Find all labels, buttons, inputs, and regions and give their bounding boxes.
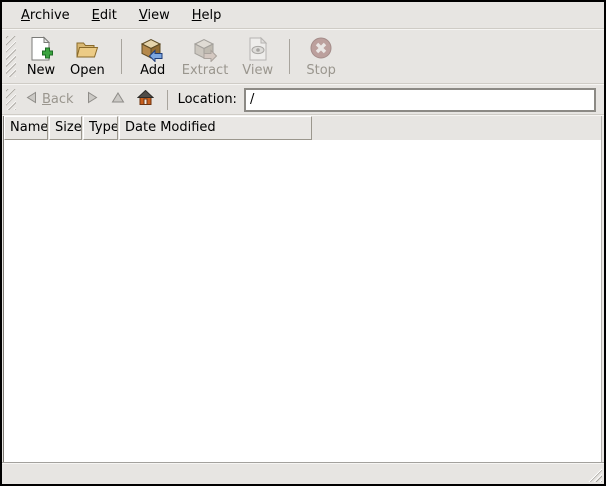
column-header-date-modified[interactable]: Date Modified	[119, 116, 312, 140]
column-header-filler	[313, 116, 601, 140]
extract-button: Extract	[175, 32, 236, 81]
toolbar-drag-handle[interactable]	[6, 36, 16, 77]
back-button: Back	[19, 89, 80, 110]
menubar: Archive Edit View Help	[2, 2, 604, 28]
location-bar: Back	[2, 85, 604, 114]
menu-edit-label: E	[92, 8, 100, 23]
location-bar-drag-handle[interactable]	[6, 89, 16, 110]
file-list: Name Size Type Date Modified	[3, 116, 602, 462]
toolbar-separator	[289, 39, 290, 74]
add-to-archive-icon	[139, 34, 166, 62]
new-button[interactable]: New	[19, 32, 63, 81]
location-input[interactable]	[244, 88, 596, 112]
add-button-label: Add	[140, 63, 165, 79]
archive-manager-window: Archive Edit View Help New	[0, 0, 606, 486]
menu-archive-label: A	[21, 8, 30, 23]
extract-button-label: Extract	[182, 63, 229, 79]
forward-button	[80, 89, 105, 110]
column-headers: Name Size Type Date Modified	[4, 116, 601, 140]
open-folder-icon	[74, 34, 100, 62]
column-header-size[interactable]: Size	[49, 116, 82, 140]
open-button[interactable]: Open	[63, 32, 112, 81]
menu-edit[interactable]: Edit	[81, 2, 128, 28]
new-button-label: New	[27, 63, 55, 79]
new-archive-icon	[28, 34, 54, 62]
open-button-label: Open	[70, 63, 105, 79]
toolbar-separator	[121, 39, 122, 74]
back-button-label: B	[42, 92, 51, 107]
add-button[interactable]: Add	[131, 32, 175, 81]
resize-grip[interactable]	[588, 468, 602, 482]
view-button-label: View	[242, 63, 273, 79]
navbar-separator	[167, 90, 168, 110]
view-file-icon	[246, 34, 270, 62]
file-list-body[interactable]	[4, 140, 601, 462]
column-header-type[interactable]: Type	[83, 116, 118, 140]
menu-archive[interactable]: Archive	[10, 2, 81, 28]
toolbar: New Open Add	[2, 30, 604, 83]
column-header-name[interactable]: Name	[4, 116, 48, 140]
stop-button-label: Stop	[306, 63, 336, 79]
back-arrow-icon	[25, 91, 38, 108]
forward-arrow-icon	[86, 91, 99, 108]
menu-view[interactable]: View	[128, 2, 181, 28]
up-arrow-icon	[111, 91, 125, 108]
location-label: Location:	[178, 92, 237, 107]
home-icon	[137, 90, 154, 110]
stop-icon	[308, 34, 334, 62]
up-button	[105, 89, 131, 110]
view-button: View	[235, 32, 280, 81]
stop-button: Stop	[299, 32, 343, 81]
statusbar	[2, 463, 604, 484]
extract-archive-icon	[192, 34, 219, 62]
home-button[interactable]	[131, 88, 160, 112]
menu-help[interactable]: Help	[181, 2, 233, 28]
